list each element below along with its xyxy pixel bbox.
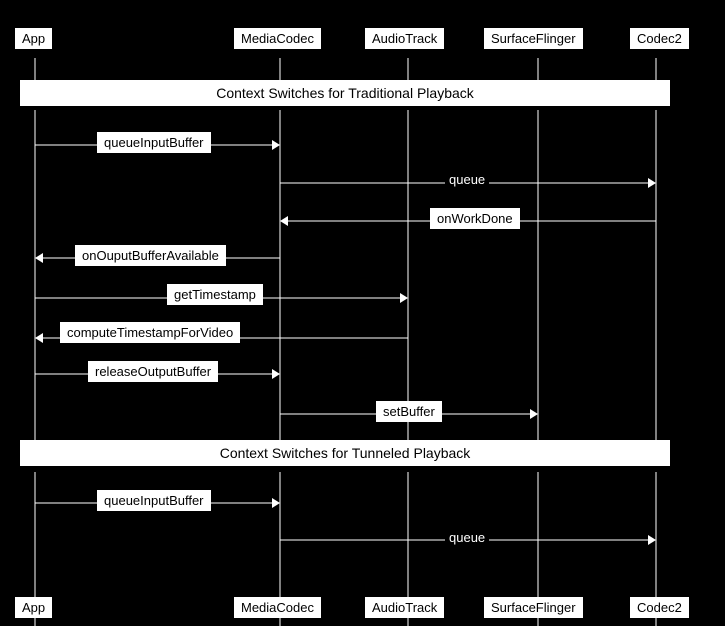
header-codec2: Codec2 xyxy=(630,28,689,49)
footer-codec2: Codec2 xyxy=(630,597,689,618)
label-releaseoutputbuffer: releaseOutputBuffer xyxy=(88,361,218,382)
label-queue-1: queue xyxy=(445,170,489,189)
header-audiotrack: AudioTrack xyxy=(365,28,444,49)
footer-surfaceflinger: SurfaceFlinger xyxy=(484,597,583,618)
section1-header: Context Switches for Traditional Playbac… xyxy=(20,80,670,106)
label-queue-2: queue xyxy=(445,528,489,547)
label-onouputbufferavailable: onOuputBufferAvailable xyxy=(75,245,226,266)
label-setbuffer: setBuffer xyxy=(376,401,442,422)
header-surfaceflinger: SurfaceFlinger xyxy=(484,28,583,49)
section2-header: Context Switches for Tunneled Playback xyxy=(20,440,670,466)
label-queueinputbuffer-2: queueInputBuffer xyxy=(97,490,211,511)
footer-audiotrack: AudioTrack xyxy=(365,597,444,618)
footer-mediacodec: MediaCodec xyxy=(234,597,321,618)
label-computetimestampforvideo: computeTimestampForVideo xyxy=(60,322,240,343)
footer-app: App xyxy=(15,597,52,618)
diagram-container: App MediaCodec AudioTrack SurfaceFlinger… xyxy=(0,0,725,626)
label-queueinputbuffer-1: queueInputBuffer xyxy=(97,132,211,153)
label-onworkdone: onWorkDone xyxy=(430,208,520,229)
label-gettimestamp: getTimestamp xyxy=(167,284,263,305)
header-app: App xyxy=(15,28,52,49)
header-mediacodec: MediaCodec xyxy=(234,28,321,49)
